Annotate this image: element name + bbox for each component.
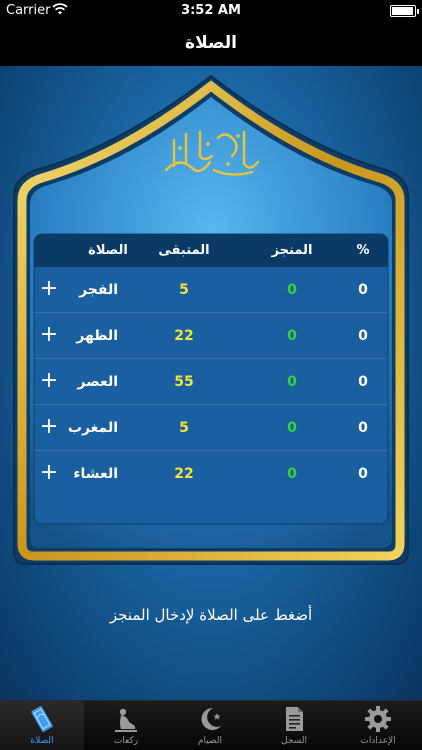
prayer-name[interactable]: العصر: [62, 359, 118, 405]
tab-fasting[interactable]: الصيام: [168, 701, 252, 750]
prayers-table: % المنجز المتبقى الصلاة + الفجر 5 0 0 + …: [34, 234, 388, 522]
header-remaining: المتبقى: [158, 243, 210, 258]
battery-icon: [390, 5, 419, 17]
tab-label: الصلاة: [30, 736, 54, 746]
add-button[interactable]: +: [34, 359, 64, 405]
prayer-row-dhuhr[interactable]: + الظهر 22 0 0: [34, 313, 388, 359]
prayer-name[interactable]: الظهر: [62, 313, 118, 359]
prayer-name[interactable]: الفجر: [62, 267, 118, 313]
remaining-value: 5: [179, 420, 189, 436]
tab-label: الصيام: [197, 736, 223, 746]
done-value: 0: [287, 466, 297, 482]
tab-bar: الصلاة ركعات الصيام السجل الإعدادات: [0, 700, 422, 750]
add-button[interactable]: +: [34, 313, 64, 359]
done-value: 0: [287, 328, 297, 344]
add-button[interactable]: +: [34, 267, 64, 313]
tab-label: السجل: [281, 736, 307, 746]
calligraphy-ornament: [164, 130, 260, 176]
header-prayer: الصلاة: [88, 243, 128, 258]
tab-log[interactable]: السجل: [252, 701, 336, 750]
percent-value: 0: [358, 328, 368, 344]
gear-icon: [365, 706, 391, 732]
remaining-value: 22: [174, 466, 194, 482]
remaining-value: 5: [179, 282, 189, 298]
prayer-row-fajr[interactable]: + الفجر 5 0 0: [34, 267, 388, 313]
tab-prayer[interactable]: الصلاة: [0, 701, 84, 750]
prayer-name[interactable]: العشاء: [62, 451, 118, 497]
tab-settings[interactable]: الإعدادات: [336, 701, 420, 750]
add-button[interactable]: +: [34, 451, 64, 497]
status-bar: Carrier 3:52 AM: [0, 0, 422, 22]
page-title: الصلاة: [185, 33, 237, 53]
header-done: المنجز: [271, 243, 313, 258]
document-icon: [286, 707, 303, 731]
prayer-row-isha[interactable]: + العشاء 22 0 0: [34, 451, 388, 497]
done-value: 0: [287, 282, 297, 298]
prayer-mat-icon: [31, 706, 53, 732]
navigation-bar: الصلاة: [0, 22, 422, 66]
main-content: % المنجز المتبقى الصلاة + الفجر 5 0 0 + …: [0, 66, 422, 700]
tab-label: الإعدادات: [360, 736, 396, 746]
percent-value: 0: [358, 420, 368, 436]
done-value: 0: [287, 420, 297, 436]
instruction-text: أضغط على الصلاة لإدخال المنجز: [109, 606, 313, 624]
tab-rakaat[interactable]: ركعات: [84, 701, 168, 750]
add-button[interactable]: +: [34, 405, 64, 451]
crescent-star-icon: [201, 707, 221, 730]
tab-label: ركعات: [113, 736, 139, 746]
kneeling-figure-icon: [115, 708, 137, 732]
prayer-row-asr[interactable]: + العصر 55 0 0: [34, 359, 388, 405]
percent-value: 0: [358, 466, 368, 482]
prayer-row-maghrib[interactable]: + المغرب 5 0 0: [34, 405, 388, 451]
prayer-name[interactable]: المغرب: [62, 405, 118, 451]
table-header: % المنجز المتبقى الصلاة: [34, 234, 388, 267]
battery-level: [392, 7, 413, 15]
percent-value: 0: [358, 282, 368, 298]
done-value: 0: [287, 374, 297, 390]
percent-value: 0: [358, 374, 368, 390]
remaining-value: 55: [174, 374, 194, 390]
remaining-value: 22: [174, 328, 194, 344]
header-percent: %: [356, 243, 370, 258]
status-time: 3:52 AM: [181, 3, 241, 18]
